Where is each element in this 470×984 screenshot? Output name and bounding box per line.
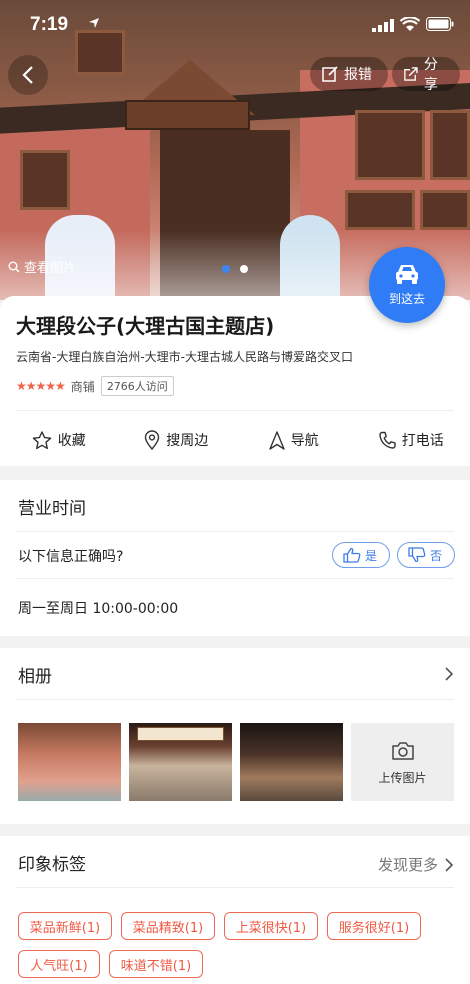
edit-report-icon xyxy=(322,66,338,82)
view-photos-label: 查看图片 xyxy=(24,261,77,276)
impression-tag[interactable]: 菜品精致(1) xyxy=(121,912,215,940)
chevron-left-icon xyxy=(22,66,33,84)
thumbs-down-icon xyxy=(408,547,426,563)
wifi-icon xyxy=(400,17,420,31)
impression-tag[interactable]: 服务很好(1) xyxy=(327,912,421,940)
confirm-yes-label: 是 xyxy=(365,548,378,563)
carousel-dot xyxy=(240,265,248,273)
album-card[interactable]: 相册 上传图片 xyxy=(0,648,470,824)
album-photo[interactable] xyxy=(240,723,343,801)
view-photos-link[interactable]: 查看图片 xyxy=(8,257,76,276)
carousel-indicator xyxy=(222,265,248,273)
search-nearby-button[interactable]: 搜周边 xyxy=(118,420,236,460)
place-title: 大理段公子(大理古国主题店) xyxy=(16,314,275,338)
back-button[interactable] xyxy=(8,55,48,95)
cellular-signal-icon xyxy=(372,19,394,32)
navigate-label: 导航 xyxy=(290,433,319,449)
business-hours-card: 营业时间 以下信息正确吗? 是 否 周一至周日 10:00-00:00 xyxy=(0,480,470,636)
upload-photo-label: 上传图片 xyxy=(378,771,427,785)
navigation-arrow-icon xyxy=(269,430,285,450)
go-here-label: 到这去 xyxy=(388,292,425,306)
visit-count-badge: 2766人访问 xyxy=(100,376,174,396)
search-icon xyxy=(8,261,20,273)
favorite-label: 收藏 xyxy=(57,433,86,449)
report-label: 报错 xyxy=(344,67,372,83)
favorite-button[interactable]: 收藏 xyxy=(0,420,118,460)
call-button[interactable]: 打电话 xyxy=(353,420,470,460)
carousel-dot-active xyxy=(222,265,230,273)
place-detail-screen: 7:19 报错 分享 查看图片 到这去 大理段公子(大理古国主题店) 云南省-大… xyxy=(0,0,470,984)
search-nearby-label: 搜周边 xyxy=(166,433,209,449)
car-icon xyxy=(396,265,418,284)
discover-more-link[interactable]: 发现更多 xyxy=(378,854,454,875)
impression-tags-title: 印象标签 xyxy=(18,855,86,875)
album-photo[interactable] xyxy=(129,723,232,801)
discover-more-label: 发现更多 xyxy=(377,856,438,874)
place-category: 商铺 xyxy=(70,379,95,394)
status-time: 7:19 xyxy=(30,14,69,35)
impression-tag[interactable]: 菜品新鲜(1) xyxy=(18,912,112,940)
share-icon xyxy=(404,67,418,81)
place-meta: ★★★★★ 商铺 2766人访问 xyxy=(16,376,174,396)
location-arrow-icon xyxy=(89,18,99,28)
chevron-right-icon xyxy=(445,857,454,872)
album-title: 相册 xyxy=(18,667,52,687)
share-button[interactable]: 分享 xyxy=(392,57,460,93)
battery-icon xyxy=(426,17,454,31)
action-bar: 收藏 搜周边 导航 打电话 xyxy=(0,420,470,460)
impression-tag[interactable]: 人气旺(1) xyxy=(18,950,100,978)
navigate-button[interactable]: 导航 xyxy=(235,420,353,460)
star-icon xyxy=(32,430,52,449)
call-label: 打电话 xyxy=(401,433,444,449)
location-pin-icon xyxy=(145,430,160,450)
go-here-button[interactable]: 到这去 xyxy=(369,247,445,323)
thumbs-up-icon xyxy=(343,547,361,563)
place-address: 云南省-大理白族自治州-大理市-大理古城人民路与博爱路交叉口 xyxy=(16,350,353,364)
report-error-button[interactable]: 报错 xyxy=(310,57,388,91)
confirm-no-button[interactable]: 否 xyxy=(397,542,455,568)
business-hours-value: 周一至周日 10:00-00:00 xyxy=(18,601,179,617)
business-hours-title: 营业时间 xyxy=(18,499,86,519)
upload-photo-button[interactable]: 上传图片 xyxy=(351,723,454,801)
impression-tags-card: 印象标签 发现更多 菜品新鲜(1) 菜品精致(1) 上菜很快(1) 服务很好(1… xyxy=(0,836,470,984)
camera-icon xyxy=(392,742,414,760)
info-correct-question: 以下信息正确吗? xyxy=(18,549,124,565)
impression-tag[interactable]: 上菜很快(1) xyxy=(224,912,318,940)
phone-icon xyxy=(379,431,396,449)
confirm-no-label: 否 xyxy=(430,548,443,563)
status-bar: 7:19 xyxy=(0,0,470,50)
confirm-yes-button[interactable]: 是 xyxy=(332,542,390,568)
share-label: 分享 xyxy=(423,57,438,93)
chevron-right-icon xyxy=(445,667,454,681)
album-photo[interactable] xyxy=(18,723,121,801)
rating-stars: ★★★★★ xyxy=(16,379,66,393)
impression-tag[interactable]: 味道不错(1) xyxy=(109,950,203,978)
